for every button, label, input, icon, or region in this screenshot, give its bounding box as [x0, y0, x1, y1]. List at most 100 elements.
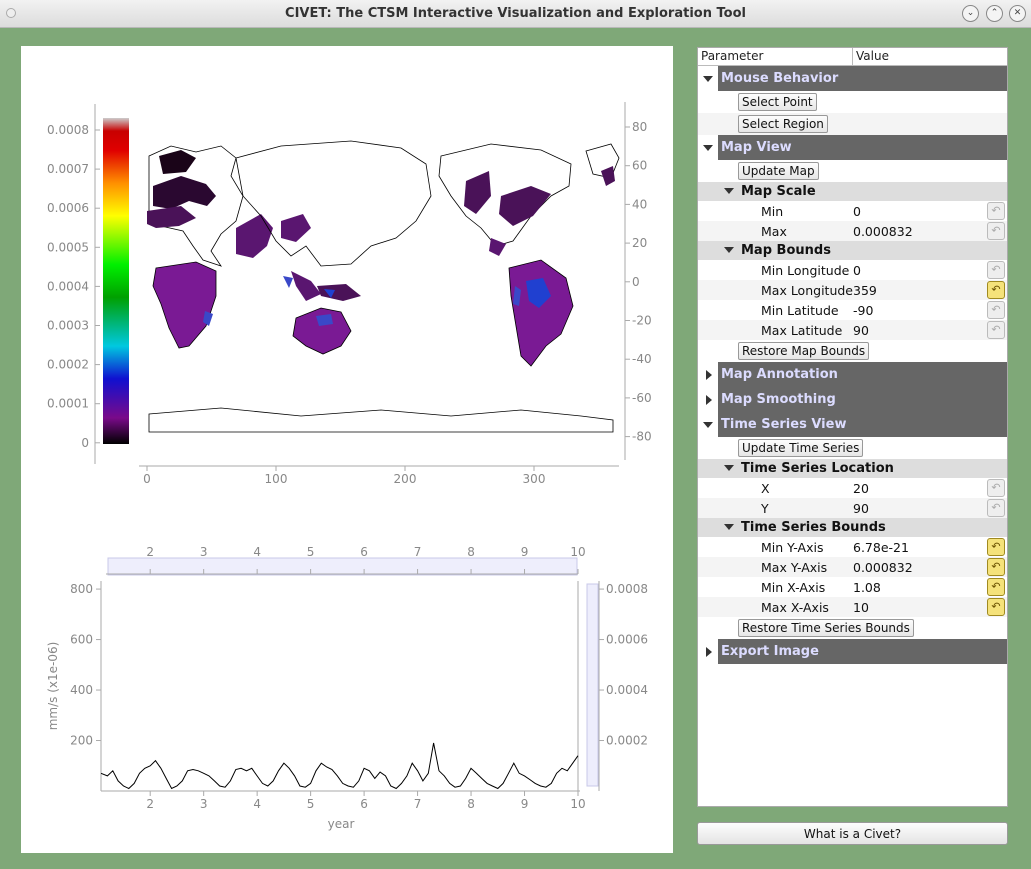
map-y-tick-label: 60: [632, 159, 647, 173]
update-map-button[interactable]: Update Map: [738, 162, 819, 180]
param-label: Min Y-Axis: [761, 539, 824, 555]
min-x-axis-value[interactable]: 1.08: [853, 580, 881, 595]
reset-icon[interactable]: ↶: [987, 558, 1005, 576]
colorbar: [103, 118, 129, 444]
ts-top-tick-label: 6: [360, 545, 368, 559]
group-label: Time Series View: [718, 412, 1007, 437]
reset-icon[interactable]: ↶: [987, 261, 1005, 279]
plot-area: 0.0008 0.0007 0.0006 0.0005 0.0004 0.0003 0.00…: [21, 46, 673, 853]
ts-y-tick-label: 600: [70, 633, 93, 647]
group-map-annotation[interactable]: Map Annotation: [698, 362, 1007, 387]
update-time-series-button[interactable]: Update Time Series: [738, 439, 864, 457]
param-label: Max Longitude: [761, 282, 853, 298]
group-time-series-view[interactable]: Time Series View: [698, 412, 1007, 437]
ts-top-tick-label: 10: [570, 545, 585, 559]
subgroup-map-bounds[interactable]: Map Bounds: [698, 241, 1007, 260]
ts-y-tick-label: 400: [70, 683, 93, 697]
map-y-tick-label: 40: [632, 197, 647, 211]
colorbar-tick-label: 0: [81, 436, 89, 450]
row-update-time-series: Update Time Series: [698, 437, 1007, 459]
subgroup-label: Map Scale: [741, 184, 816, 199]
select-point-button[interactable]: Select Point: [738, 93, 817, 111]
ts-top-tick-label: 9: [521, 545, 529, 559]
max-x-axis-value[interactable]: 10: [853, 600, 869, 615]
expand-arrow-icon[interactable]: [703, 76, 713, 82]
header-value[interactable]: Value: [853, 48, 889, 65]
ts-top-tick-label: 8: [467, 545, 475, 559]
ts-x-tick-label: 7: [414, 797, 422, 811]
group-label: Map Smoothing: [718, 387, 1007, 412]
reset-icon[interactable]: ↶: [987, 538, 1005, 556]
header-parameter[interactable]: Parameter: [698, 48, 853, 65]
expand-arrow-icon[interactable]: [703, 145, 713, 151]
ts-ylabel: mm/s (x1e-06): [46, 642, 60, 731]
collapse-arrow-icon[interactable]: [706, 395, 712, 405]
max-y-axis-value[interactable]: 0.000832: [853, 560, 913, 575]
map-max-value[interactable]: 0.000832: [853, 224, 913, 239]
param-label: Min X-Axis: [761, 579, 826, 595]
expand-arrow-icon[interactable]: [724, 188, 734, 194]
reset-icon[interactable]: ↶: [987, 499, 1005, 517]
restore-map-bounds-button[interactable]: Restore Map Bounds: [738, 342, 870, 360]
map-y-tick-label: 0: [632, 275, 640, 289]
row-min-latitude: Min Latitude -90 ↶: [698, 300, 1007, 320]
group-map-view[interactable]: Map View: [698, 135, 1007, 160]
row-ts-y: Y 90 ↶: [698, 498, 1007, 518]
what-is-civet-button[interactable]: What is a Civet?: [697, 822, 1008, 845]
min-latitude-value[interactable]: -90: [853, 303, 873, 318]
max-longitude-value[interactable]: 359: [853, 283, 877, 298]
reset-icon[interactable]: ↶: [987, 321, 1005, 339]
colorbar-tick-label: 0.0006: [47, 201, 89, 215]
min-longitude-value[interactable]: 0: [853, 263, 861, 278]
min-y-axis-value[interactable]: 6.78e-21: [853, 540, 909, 555]
ts-y-tick-label: 800: [70, 582, 93, 596]
collapse-arrow-icon[interactable]: [706, 370, 712, 380]
reset-icon[interactable]: ↶: [987, 479, 1005, 497]
ts-x-value[interactable]: 20: [853, 481, 869, 496]
ts-top-tick-label: 7: [414, 545, 422, 559]
subgroup-ts-location[interactable]: Time Series Location: [698, 459, 1007, 478]
row-restore-ts-bounds: Restore Time Series Bounds: [698, 617, 1007, 639]
expand-arrow-icon[interactable]: [703, 422, 713, 428]
row-select-region: Select Region: [698, 113, 1007, 135]
subgroup-map-scale[interactable]: Map Scale: [698, 182, 1007, 201]
reset-icon[interactable]: ↶: [987, 222, 1005, 240]
row-max-latitude: Max Latitude 90 ↶: [698, 320, 1007, 340]
map-min-value[interactable]: 0: [853, 204, 861, 219]
reset-icon[interactable]: ↶: [987, 281, 1005, 299]
map-y-tick-label: 20: [632, 236, 647, 250]
expand-arrow-icon[interactable]: [724, 465, 734, 471]
reset-icon[interactable]: ↶: [987, 301, 1005, 319]
collapse-arrow-icon[interactable]: [706, 647, 712, 657]
ts-top-tick-label: 3: [200, 545, 208, 559]
row-max-longitude: Max Longitude 359 ↶: [698, 280, 1007, 300]
close-icon[interactable]: ✕: [1009, 5, 1026, 22]
row-restore-map-bounds: Restore Map Bounds: [698, 340, 1007, 362]
time-range-selector[interactable]: [107, 557, 578, 576]
ts-y-value[interactable]: 90: [853, 501, 869, 516]
reset-icon[interactable]: ↶: [987, 578, 1005, 596]
parameter-tree[interactable]: Parameter Value Mouse Behavior Select Po…: [697, 47, 1008, 807]
reset-icon[interactable]: ↶: [987, 598, 1005, 616]
reset-icon[interactable]: ↶: [987, 202, 1005, 220]
ts-right-tick-label: 0.0002: [606, 734, 648, 748]
group-mouse-behavior[interactable]: Mouse Behavior: [698, 66, 1007, 91]
group-map-smoothing[interactable]: Map Smoothing: [698, 387, 1007, 412]
expand-arrow-icon[interactable]: [724, 524, 734, 530]
map-x-tick-label: 300: [523, 472, 546, 486]
world-map[interactable]: [146, 118, 620, 438]
minimize-icon[interactable]: ⌄: [962, 5, 979, 22]
restore-time-series-bounds-button[interactable]: Restore Time Series Bounds: [738, 619, 914, 637]
row-update-map: Update Map: [698, 160, 1007, 182]
value-range-selector[interactable]: [586, 583, 599, 787]
expand-arrow-icon[interactable]: [724, 247, 734, 253]
row-select-point: Select Point: [698, 91, 1007, 113]
max-latitude-value[interactable]: 90: [853, 323, 869, 338]
select-region-button[interactable]: Select Region: [738, 115, 828, 133]
ts-right-tick-label: 0.0004: [606, 683, 648, 697]
maximize-icon[interactable]: ⌃: [986, 5, 1003, 22]
subgroup-ts-bounds[interactable]: Time Series Bounds: [698, 518, 1007, 537]
ts-x-tick-label: 2: [146, 797, 154, 811]
ts-right-tick-label: 0.0008: [606, 582, 648, 596]
group-export-image[interactable]: Export Image: [698, 639, 1007, 664]
